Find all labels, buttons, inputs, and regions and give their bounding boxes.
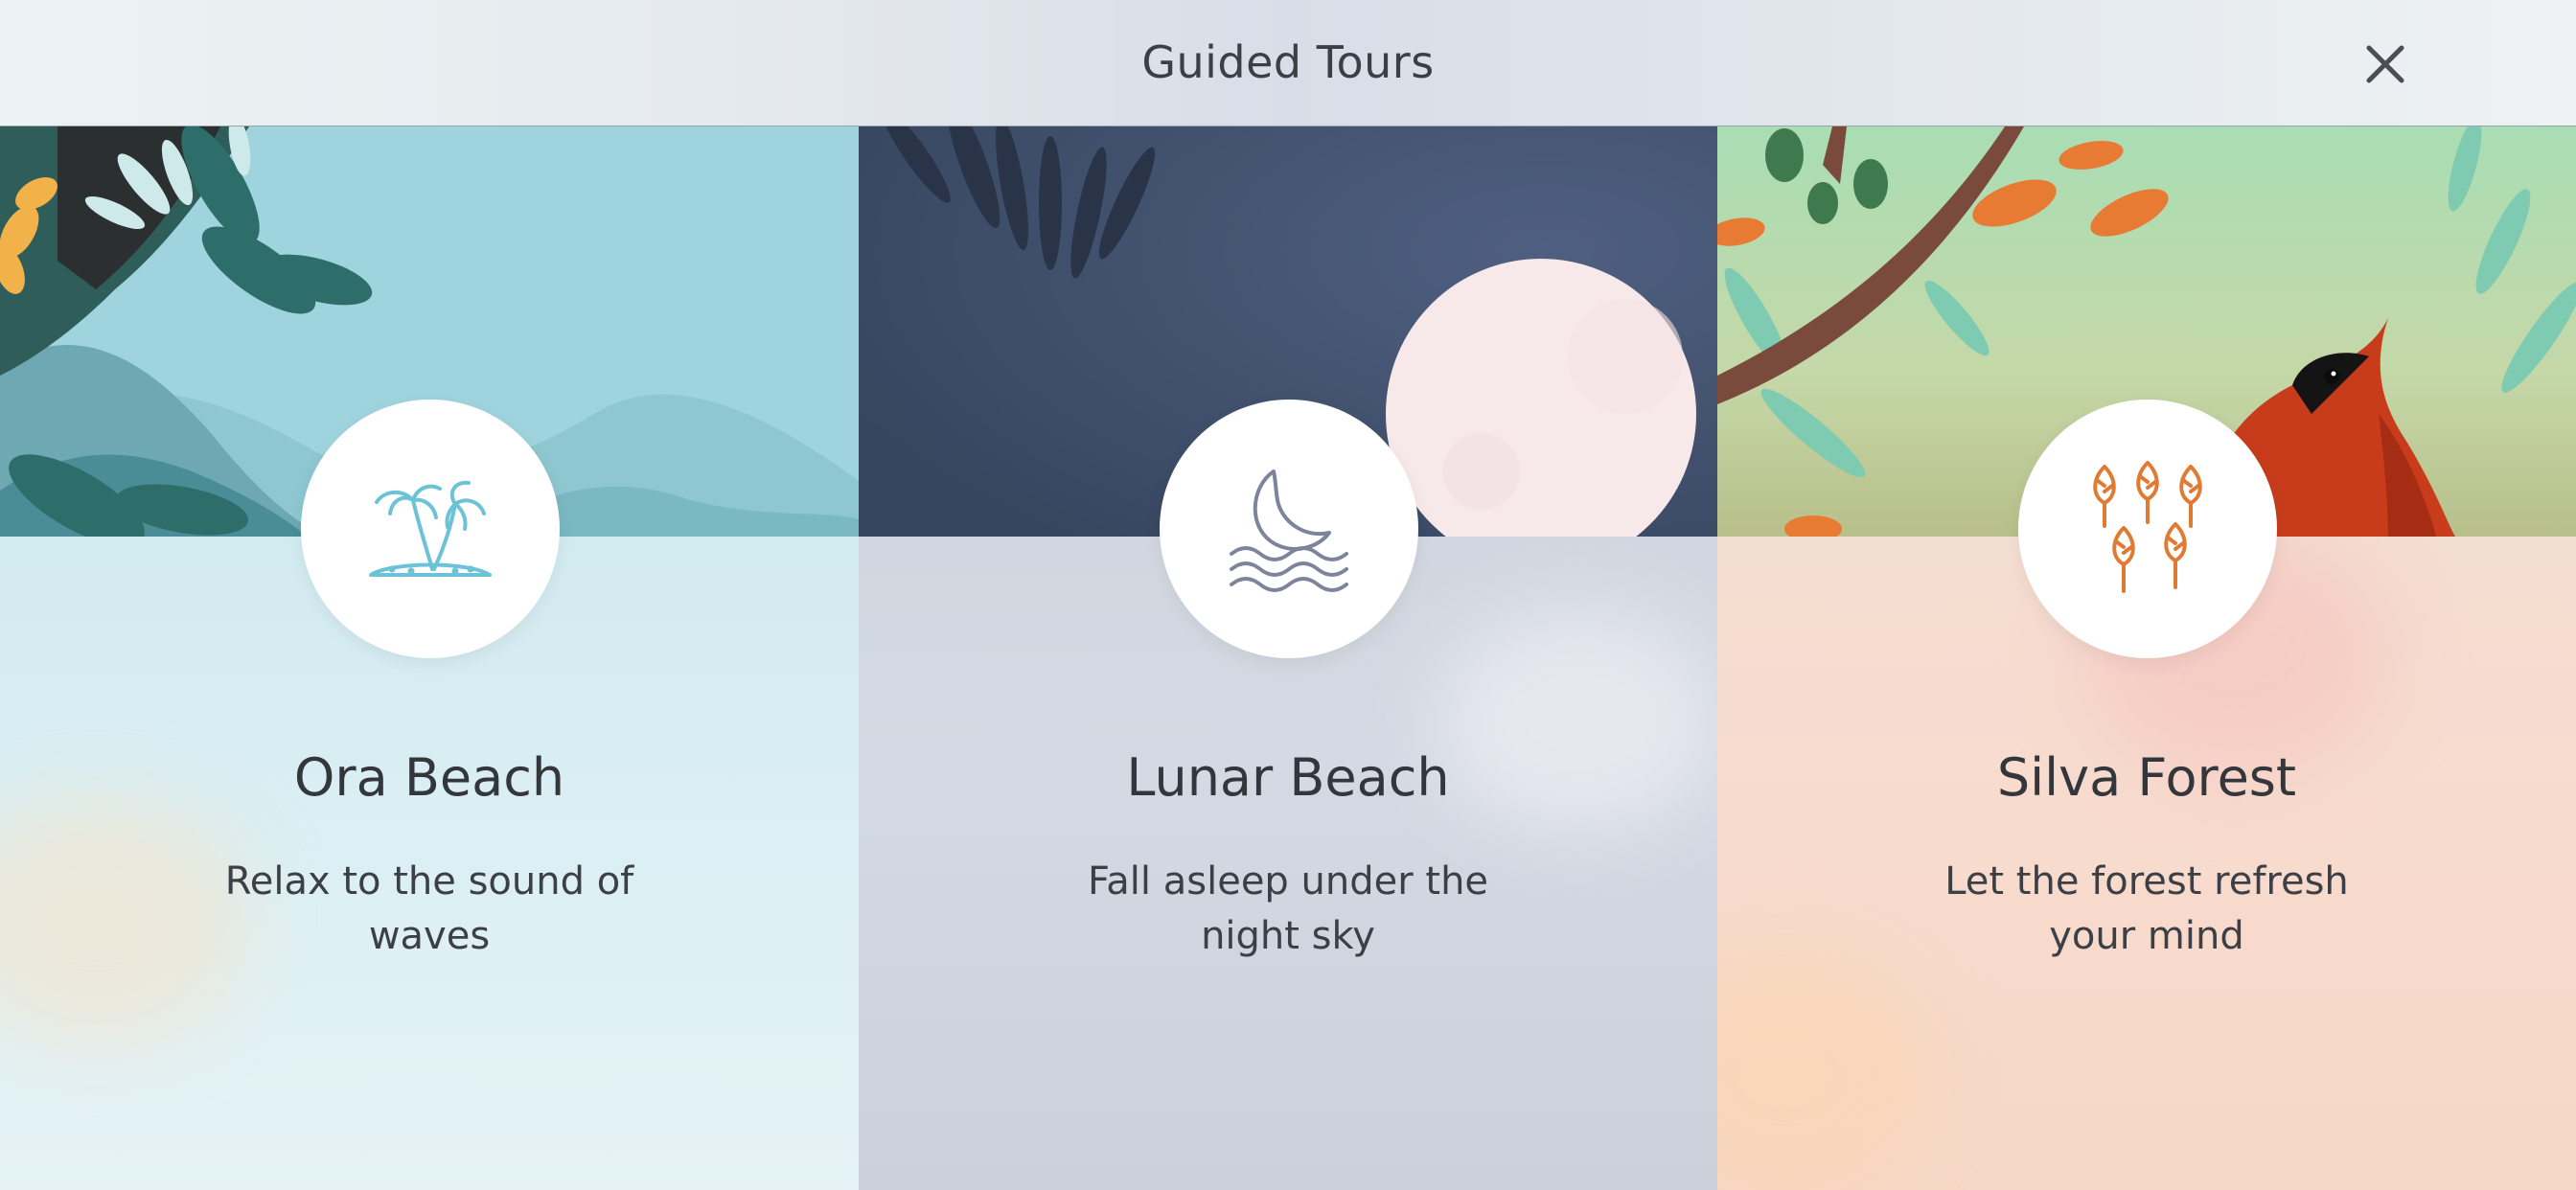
tour-icon-circle [2018, 400, 2277, 658]
tour-card-silva-forest[interactable]: Silva Forest Let the forest refresh your… [1717, 126, 2576, 1190]
moon-waves-icon [1230, 469, 1348, 592]
page-title: Guided Tours [1141, 36, 1435, 88]
tour-icon-circle [301, 400, 560, 658]
tour-description: Relax to the sound of waves [224, 859, 634, 958]
tour-name: Silva Forest [1996, 747, 2297, 808]
close-icon[interactable] [2361, 40, 2409, 88]
palm-island-icon [369, 480, 492, 577]
tour-description: Let the forest refresh your mind [1944, 859, 2349, 958]
tour-icon-circle [1160, 400, 1418, 658]
header: Guided Tours [0, 0, 2576, 126]
tour-description: Fall asleep under the night sky [1087, 859, 1489, 958]
tour-card-lunar-beach[interactable]: Lunar Beach Fall asleep under the night … [859, 126, 1717, 1190]
tour-card-ora-beach[interactable]: Ora Beach Relax to the sound of waves [0, 126, 859, 1190]
tour-name: Ora Beach [293, 747, 565, 808]
trees-icon [2093, 461, 2202, 593]
tour-name: Lunar Beach [1126, 747, 1450, 808]
